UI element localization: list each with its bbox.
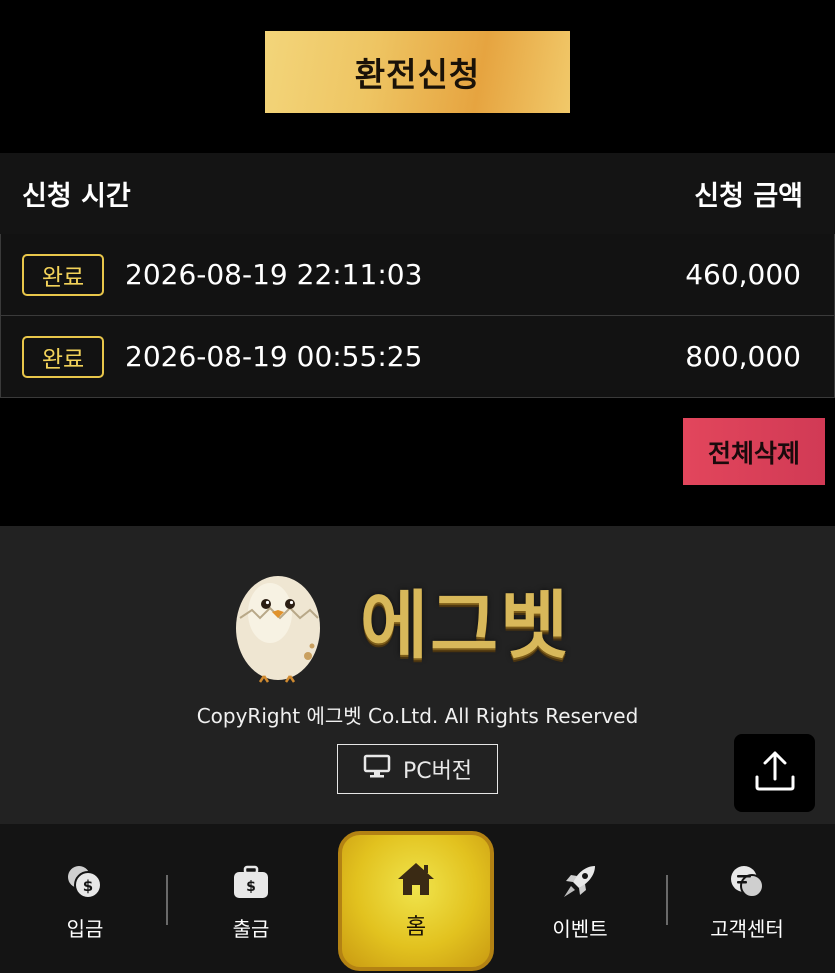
status-badge: 완료 [22, 335, 104, 378]
nav-support[interactable]: 고객센터 [692, 864, 802, 944]
pc-version-button[interactable]: PC버전 [337, 744, 498, 794]
status-badge: 완료 [22, 253, 104, 296]
nav-deposit[interactable]: $ 입금 [30, 864, 140, 944]
nav-divider [166, 875, 168, 925]
footer: 에그벳 CopyRight 에그벳 Co.Ltd. All Rights Res… [0, 526, 835, 824]
exchange-history-table: 신청 시간 신청 금액 완료 2026-08-19 22:11:03 460,0… [0, 153, 835, 398]
pc-version-label: PC버전 [402, 759, 473, 784]
home-icon [396, 861, 436, 903]
rocket-icon [561, 864, 599, 905]
chat-bubble-icon [728, 864, 766, 905]
egg-mascot-logo [230, 558, 330, 687]
nav-home[interactable]: 홈 [338, 831, 494, 971]
nav-event[interactable]: 이벤트 [525, 864, 635, 944]
svg-text:$: $ [246, 879, 256, 895]
table-header: 신청 시간 신청 금액 [0, 153, 835, 234]
nav-withdraw-label: 출금 [232, 917, 270, 941]
coin-icon: $ [66, 864, 104, 905]
nav-home-label: 홈 [405, 915, 427, 940]
nav-withdraw[interactable]: $ 출금 [196, 864, 306, 944]
copyright-text: CopyRight 에그벳 Co.Ltd. All Rights Reserve… [196, 704, 639, 728]
exchange-request-button[interactable]: 환전신청 [265, 31, 570, 113]
nav-divider [666, 875, 668, 925]
brand-logo-text: 에그벳 [360, 583, 571, 669]
scroll-to-top-button[interactable] [734, 734, 815, 812]
monitor-icon [363, 754, 391, 784]
table-row: 완료 2026-08-19 00:55:25 800,000 [0, 316, 835, 398]
request-amount: 460,000 [685, 258, 801, 291]
briefcase-dollar-icon: $ [232, 864, 270, 905]
header-time: 신청 시간 [22, 181, 131, 212]
request-amount: 800,000 [685, 340, 801, 373]
bottom-navigation: $ 입금 $ 출금 홈 이벤트 고객센터 [0, 824, 835, 973]
header-amount: 신청 금액 [694, 181, 803, 212]
table-row: 완료 2026-08-19 22:11:03 460,000 [0, 234, 835, 316]
upload-icon [753, 749, 797, 797]
svg-text:$: $ [83, 877, 93, 895]
top-area: 환전신청 [0, 0, 835, 153]
request-time: 2026-08-19 22:11:03 [125, 258, 423, 291]
nav-event-label: 이벤트 [552, 917, 608, 941]
nav-support-label: 고객센터 [710, 917, 784, 941]
nav-deposit-label: 입금 [66, 917, 104, 941]
request-time: 2026-08-19 00:55:25 [125, 340, 423, 373]
delete-all-button[interactable]: 전체삭제 [683, 418, 825, 485]
